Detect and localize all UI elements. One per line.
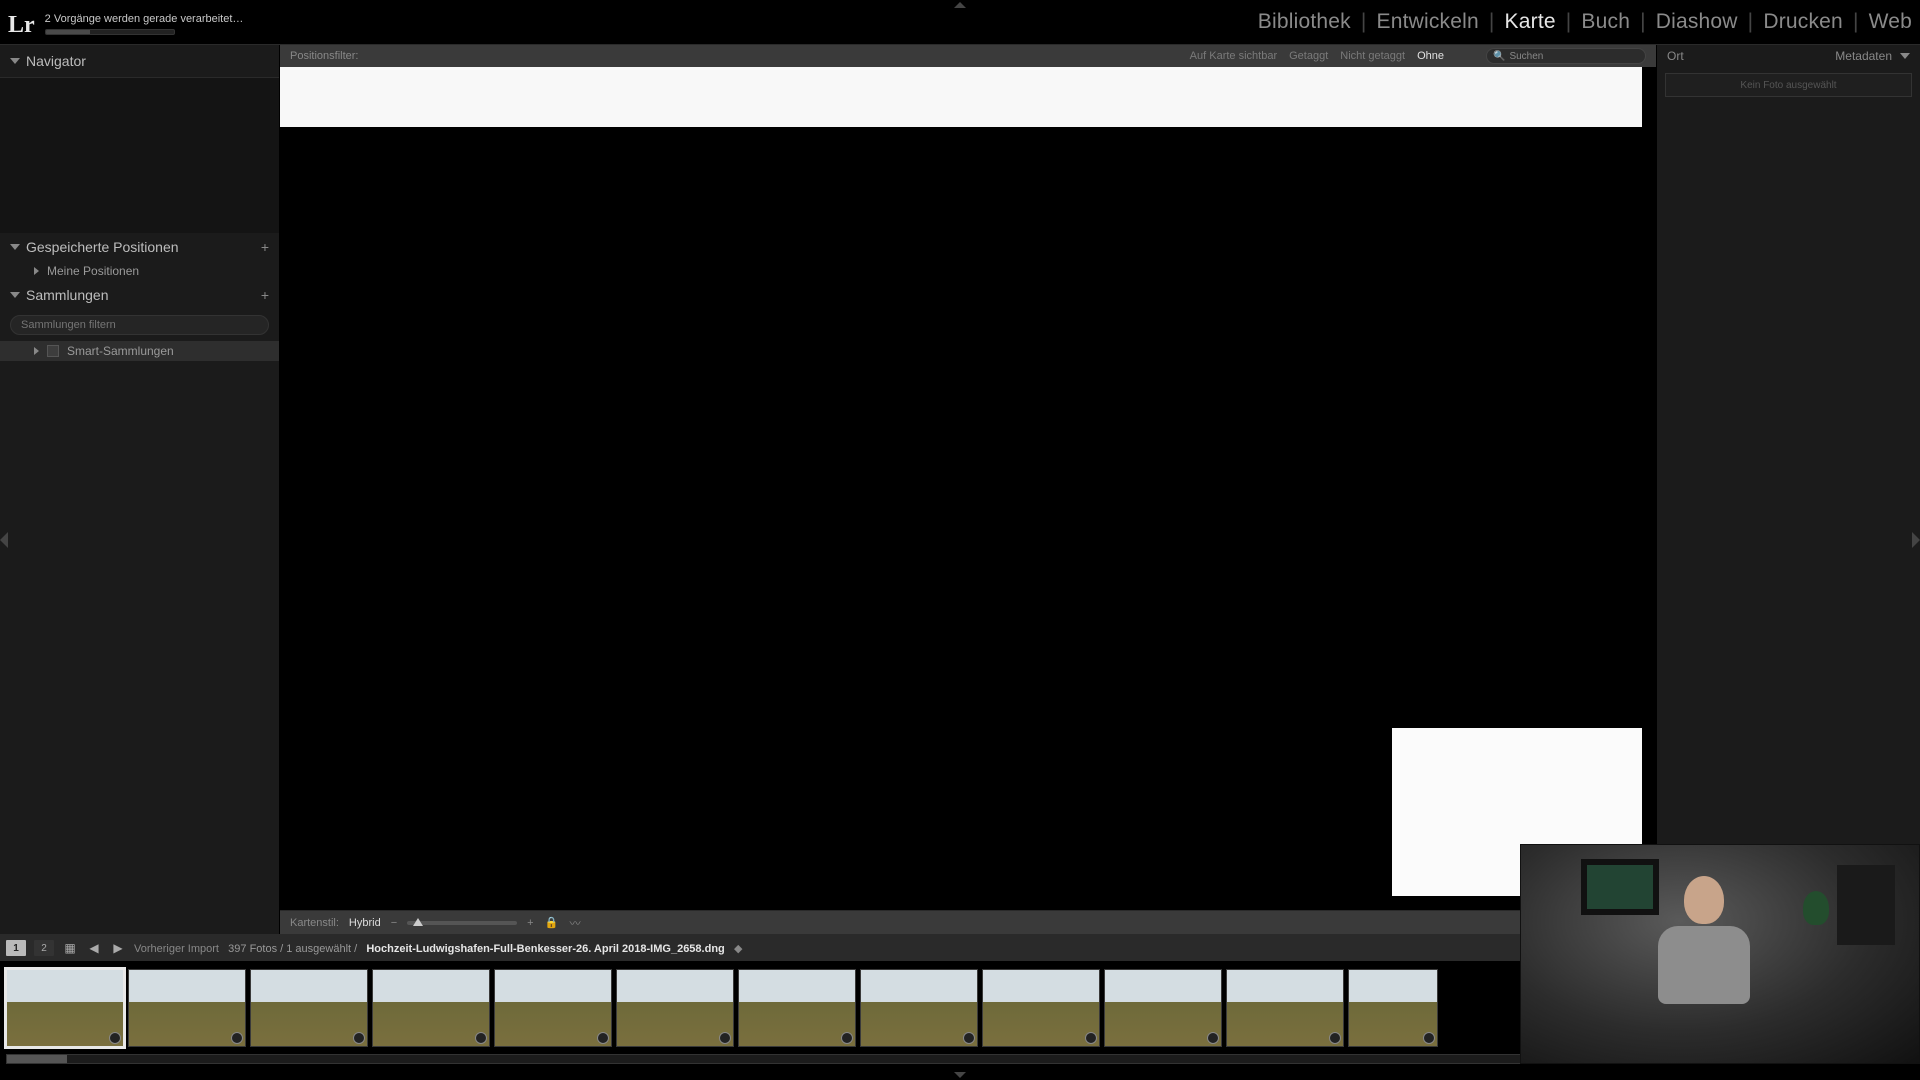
module-bibliothek[interactable]: Bibliothek bbox=[1258, 10, 1351, 34]
nav-back-icon[interactable]: ◀ bbox=[86, 940, 102, 956]
smart-collection-icon bbox=[47, 345, 59, 357]
saved-positions-title: Gespeicherte Positionen bbox=[26, 239, 179, 255]
add-saved-position-button[interactable]: + bbox=[261, 239, 269, 255]
nav-forward-icon[interactable]: ▶ bbox=[110, 940, 126, 956]
collections-header[interactable]: Sammlungen + bbox=[0, 281, 279, 309]
dirty-marker-icon: ◆ bbox=[734, 943, 742, 955]
map-style-label: Kartenstil: bbox=[290, 917, 339, 929]
chevron-down-icon bbox=[10, 292, 20, 298]
ort-label: Ort bbox=[1667, 49, 1684, 63]
smart-collections-label: Smart-Sammlungen bbox=[67, 344, 174, 358]
right-panel: Ort Metadaten Kein Foto ausgewählt bbox=[1656, 45, 1920, 934]
module-separator: | bbox=[1640, 10, 1646, 34]
filmstrip-thumb[interactable] bbox=[982, 969, 1100, 1047]
filmstrip-count: 397 Fotos / 1 ausgewählt / bbox=[228, 943, 357, 955]
filmstrip-source: Vorheriger Import bbox=[134, 943, 219, 955]
saved-position-item[interactable]: Meine Positionen bbox=[0, 261, 279, 281]
module-picker: Bibliothek | Entwickeln | Karte | Buch | Diashow… bbox=[1258, 10, 1912, 34]
top-panel-toggle-icon[interactable] bbox=[954, 2, 966, 8]
navigator-title: Navigator bbox=[26, 53, 86, 69]
app-logo: Lr bbox=[8, 13, 35, 37]
bottom-panel-toggle-icon[interactable] bbox=[0, 1068, 1920, 1078]
map-search-placeholder: Suchen bbox=[1509, 51, 1543, 62]
position-filter-bar: Positionsfilter: Auf Karte sichtbar Getag… bbox=[280, 45, 1656, 67]
metadata-label[interactable]: Metadaten bbox=[1835, 49, 1892, 63]
position-filter-label: Positionsfilter: bbox=[290, 50, 358, 62]
filmstrip-thumb[interactable] bbox=[494, 969, 612, 1047]
module-karte[interactable]: Karte bbox=[1505, 10, 1556, 34]
chevron-right-icon bbox=[34, 347, 39, 355]
left-panel-toggle-icon[interactable] bbox=[0, 532, 8, 548]
filmstrip-thumb[interactable] bbox=[6, 969, 124, 1047]
position-filter-option[interactable]: Auf Karte sichtbar bbox=[1190, 50, 1277, 62]
filmstrip-thumb[interactable] bbox=[128, 969, 246, 1047]
filmstrip-thumb[interactable] bbox=[860, 969, 978, 1047]
map-loading-strip bbox=[280, 67, 1642, 127]
chevron-down-icon bbox=[1900, 53, 1910, 59]
position-filter-option[interactable]: Nicht getaggt bbox=[1340, 50, 1405, 62]
filmstrip-thumb[interactable] bbox=[372, 969, 490, 1047]
metadata-empty-text: Kein Foto ausgewählt bbox=[1740, 80, 1836, 91]
module-separator: | bbox=[1748, 10, 1754, 34]
module-separator: | bbox=[1361, 10, 1367, 34]
filmstrip-filename: Hochzeit-Ludwigshafen-Full-Benkesser-26.… bbox=[366, 943, 724, 955]
chevron-right-icon bbox=[34, 267, 39, 275]
map-toolbar: Kartenstil: Hybrid − + 🔒 〰 bbox=[280, 910, 1656, 934]
grid-view-icon[interactable]: ▦ bbox=[62, 940, 78, 956]
navigator-header[interactable]: Navigator bbox=[0, 45, 279, 78]
zoom-out-button[interactable]: − bbox=[391, 917, 397, 929]
position-filter-option[interactable]: Getaggt bbox=[1289, 50, 1328, 62]
webcam-overlay bbox=[1520, 844, 1920, 1064]
right-panel-toggle-icon[interactable] bbox=[1912, 532, 1920, 548]
filmstrip-scrollbar-thumb[interactable] bbox=[7, 1055, 67, 1063]
map-canvas[interactable] bbox=[280, 67, 1656, 910]
filmstrip-thumb[interactable] bbox=[1226, 969, 1344, 1047]
status-wrap: 2 Vorgänge werden gerade verarbeitet… bbox=[45, 13, 244, 35]
zoom-handle[interactable] bbox=[413, 918, 423, 926]
navigator-preview bbox=[0, 78, 279, 233]
module-buch[interactable]: Buch bbox=[1581, 10, 1630, 34]
status-text: 2 Vorgänge werden gerade verarbeitet… bbox=[45, 13, 244, 25]
module-separator: | bbox=[1489, 10, 1495, 34]
module-drucken[interactable]: Drucken bbox=[1763, 10, 1843, 34]
top-bar: Lr 2 Vorgänge werden gerade verarbeitet…… bbox=[0, 0, 1920, 44]
collections-search-row bbox=[0, 309, 279, 341]
zoom-in-button[interactable]: + bbox=[527, 917, 533, 929]
primary-display-button[interactable]: 1 bbox=[6, 940, 26, 956]
gps-track-icon[interactable]: 〰 bbox=[570, 915, 581, 931]
collections-title: Sammlungen bbox=[26, 287, 109, 303]
saved-positions-header[interactable]: Gespeicherte Positionen + bbox=[0, 233, 279, 261]
main-area: Navigator Gespeicherte Positionen + Mein… bbox=[0, 44, 1920, 934]
chevron-down-icon bbox=[10, 58, 20, 64]
map-search-input[interactable]: 🔍 Suchen bbox=[1486, 48, 1646, 64]
saved-position-label: Meine Positionen bbox=[47, 264, 139, 278]
module-web[interactable]: Web bbox=[1869, 10, 1912, 34]
map-style-value[interactable]: Hybrid bbox=[349, 917, 381, 929]
filmstrip-path[interactable]: Vorheriger Import 397 Fotos / 1 ausgewäh… bbox=[134, 942, 742, 955]
lock-icon[interactable]: 🔒 bbox=[544, 915, 560, 931]
secondary-display-button[interactable]: 2 bbox=[34, 940, 54, 956]
filmstrip-thumb[interactable] bbox=[616, 969, 734, 1047]
top-bar-left: Lr 2 Vorgänge werden gerade verarbeitet… bbox=[8, 7, 243, 37]
module-separator: | bbox=[1566, 10, 1572, 34]
metadata-empty-box: Kein Foto ausgewählt bbox=[1665, 73, 1912, 97]
smart-collections-item[interactable]: Smart-Sammlungen bbox=[0, 341, 279, 361]
filmstrip-thumb[interactable] bbox=[250, 969, 368, 1047]
filmstrip-thumb[interactable] bbox=[1104, 969, 1222, 1047]
zoom-slider[interactable] bbox=[407, 921, 517, 925]
module-separator: | bbox=[1853, 10, 1859, 34]
search-icon: 🔍 bbox=[1493, 51, 1505, 62]
collections-search-input[interactable] bbox=[10, 315, 269, 335]
position-filter-option[interactable]: Ohne bbox=[1417, 50, 1444, 62]
add-collection-button[interactable]: + bbox=[261, 287, 269, 303]
module-entwickeln[interactable]: Entwickeln bbox=[1377, 10, 1479, 34]
right-panel-header: Ort Metadaten bbox=[1657, 45, 1920, 67]
left-panel: Navigator Gespeicherte Positionen + Mein… bbox=[0, 45, 280, 934]
filmstrip-thumb[interactable] bbox=[1348, 969, 1438, 1047]
chevron-down-icon bbox=[10, 244, 20, 250]
center-panel: Positionsfilter: Auf Karte sichtbar Getag… bbox=[280, 45, 1656, 934]
filmstrip-thumb[interactable] bbox=[738, 969, 856, 1047]
progress-bar bbox=[45, 29, 175, 35]
module-diashow[interactable]: Diashow bbox=[1656, 10, 1738, 34]
